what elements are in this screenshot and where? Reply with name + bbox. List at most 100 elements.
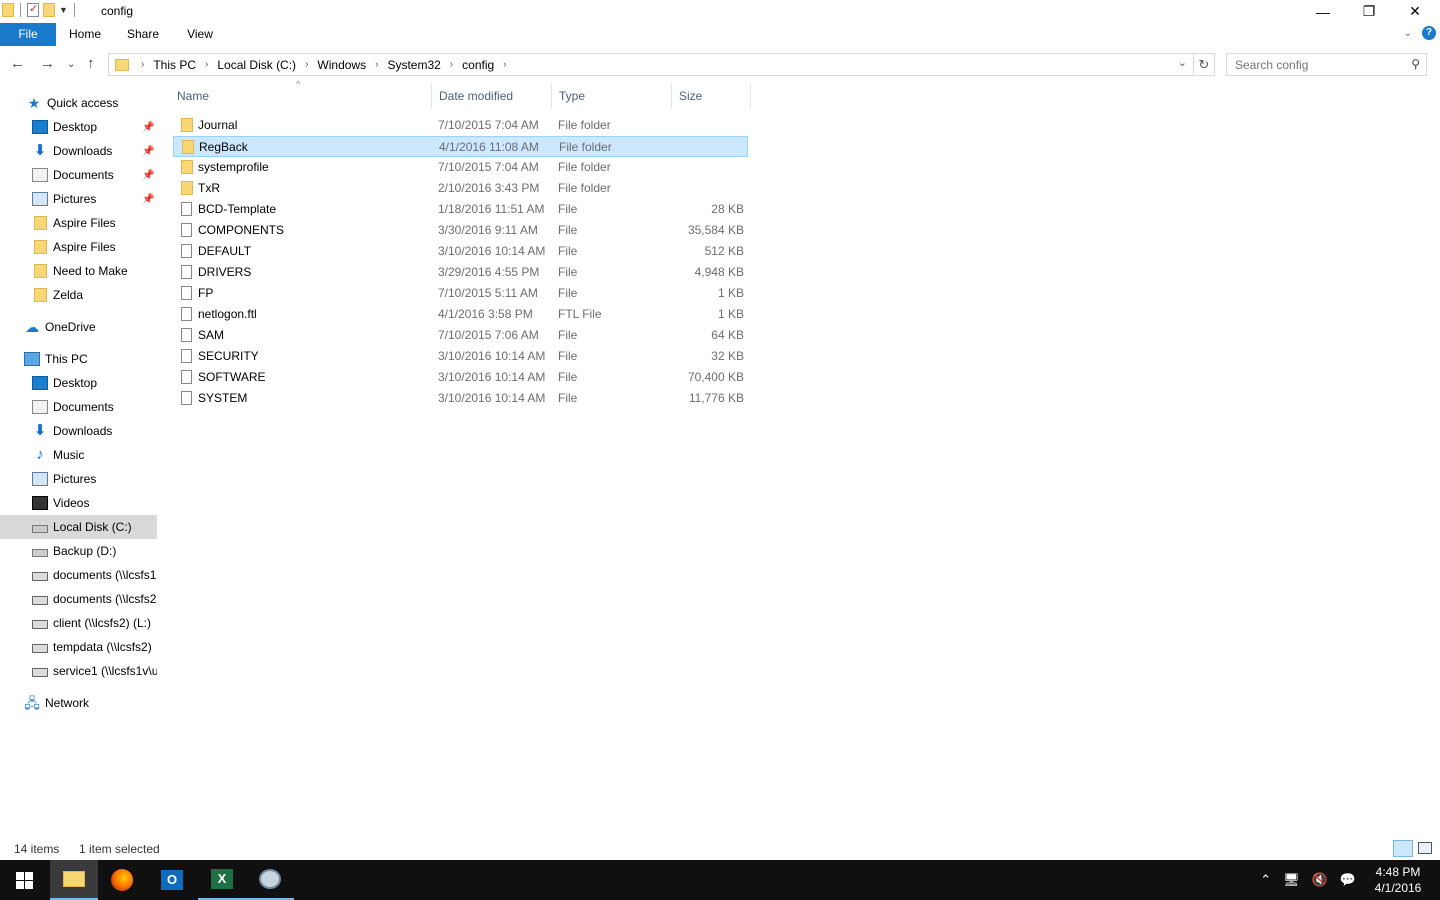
close-button[interactable]: ✕	[1392, 0, 1438, 23]
expand-ribbon-icon[interactable]: ⌄	[1404, 28, 1412, 39]
nav-pc-videos[interactable]: Videos	[0, 491, 157, 515]
file-row[interactable]: SOFTWARE 3/10/2016 10:14 AM File 70,400 KB	[173, 367, 748, 388]
file-row[interactable]: BCD-Template 1/18/2016 11:51 AM File 28 KB	[173, 199, 748, 220]
chevron-right-icon[interactable]: ›	[135, 59, 150, 70]
minimize-button[interactable]: —	[1300, 0, 1346, 23]
chevron-right-icon[interactable]: ›	[444, 59, 459, 70]
refresh-button[interactable]: ↻	[1194, 53, 1215, 76]
breadcrumb-system32[interactable]: System32	[384, 58, 443, 72]
nav-pc-documents[interactable]: Documents	[0, 395, 157, 419]
file-row[interactable]: FP 7/10/2015 5:11 AM File 1 KB	[173, 283, 748, 304]
address-bar[interactable]: › This PC › Local Disk (C:) › Windows › …	[108, 53, 1194, 76]
file-row[interactable]: netlogon.ftl 4/1/2016 3:58 PM FTL File 1 KB	[173, 304, 748, 325]
up-button[interactable]: ↑	[87, 55, 95, 72]
notifications-icon[interactable]: 💬	[1340, 872, 1356, 888]
nav-label: Downloads	[53, 424, 113, 438]
network-status-icon[interactable]: 🖥	[1283, 872, 1300, 888]
tab-view[interactable]: View	[178, 23, 222, 46]
file-row[interactable]: COMPONENTS 3/30/2016 9:11 AM File 35,584 KB	[173, 220, 748, 241]
nav-quick-access[interactable]: ★ Quick access	[0, 91, 157, 115]
file-explorer-icon[interactable]	[50, 860, 98, 900]
nav-quick-aspire-files-2[interactable]: Aspire Files	[0, 235, 157, 259]
nav-pc-desktop[interactable]: Desktop	[0, 371, 157, 395]
search-box[interactable]: ⚲	[1226, 53, 1427, 76]
tab-file[interactable]: File	[0, 23, 56, 46]
file-row[interactable]: SYSTEM 3/10/2016 10:14 AM File 11,776 KB	[173, 388, 748, 409]
recent-locations-icon[interactable]: ⌄	[67, 59, 75, 70]
nav-pc-network-drive[interactable]: documents (\\lcsfs2	[0, 587, 157, 611]
drive-icon	[32, 548, 48, 557]
breadcrumb-windows[interactable]: Windows	[314, 58, 369, 72]
selection-count: 1 item selected	[79, 842, 160, 856]
start-icon[interactable]	[0, 860, 48, 900]
nav-network[interactable]: 🖧 Network	[0, 691, 157, 715]
file-date-modified: 3/10/2016 10:14 AM	[438, 244, 546, 258]
outlook-icon[interactable]: O	[148, 860, 196, 900]
nav-pc-network-drive[interactable]: service1 (\\lcsfs1v\u	[0, 659, 157, 683]
new-folder-icon[interactable]	[43, 3, 55, 17]
file-row[interactable]: DRIVERS 3/29/2016 4:55 PM File 4,948 KB	[173, 262, 748, 283]
large-icons-view-icon[interactable]	[1418, 842, 1432, 854]
nav-quick-desktop[interactable]: Desktop 📌	[0, 115, 157, 139]
chevron-right-icon[interactable]: ›	[299, 59, 314, 70]
nav-onedrive[interactable]: ☁ OneDrive	[0, 315, 157, 339]
file-row[interactable]: SECURITY 3/10/2016 10:14 AM File 32 KB	[173, 346, 748, 367]
customize-toolbar-icon[interactable]: ▼	[59, 5, 68, 15]
firefox-icon[interactable]	[98, 860, 146, 900]
restore-button[interactable]: ❐	[1346, 0, 1392, 23]
volume-muted-icon[interactable]: 🔇	[1312, 872, 1328, 888]
breadcrumb-local-disk[interactable]: Local Disk (C:)	[214, 58, 299, 72]
nav-pc-pictures[interactable]: Pictures	[0, 467, 157, 491]
breadcrumb-this-pc[interactable]: This PC	[150, 58, 199, 72]
folder-row[interactable]: Journal 7/10/2015 7:04 AM File folder	[173, 115, 748, 136]
help-icon[interactable]: ?	[1422, 26, 1436, 40]
forward-button[interactable]: →	[40, 55, 55, 72]
nav-quick-pictures[interactable]: Pictures 📌	[0, 187, 157, 211]
search-input[interactable]	[1227, 54, 1397, 75]
file-row[interactable]: DEFAULT 3/10/2016 10:14 AM File 512 KB	[173, 241, 748, 262]
nav-pc-downloads[interactable]: ⬇ Downloads	[0, 419, 157, 443]
folder-row[interactable]: RegBack 4/1/2016 11:08 AM File folder	[173, 136, 748, 157]
column-date-modified[interactable]: Date modified	[432, 84, 552, 109]
tab-share[interactable]: Share	[120, 23, 166, 46]
nav-this-pc[interactable]: This PC	[0, 347, 157, 371]
nav-quick-aspire-files[interactable]: Aspire Files	[0, 211, 157, 235]
column-type[interactable]: Type	[552, 84, 672, 109]
folder-row[interactable]: systemprofile 7/10/2015 7:04 AM File folde…	[173, 157, 748, 178]
nav-pc-music[interactable]: ♪ Music	[0, 443, 157, 467]
file-name: SOFTWARE	[198, 370, 266, 384]
nav-pc-network-drive[interactable]: client (\\lcsfs2) (L:)	[0, 611, 157, 635]
chevron-right-icon[interactable]: ›	[369, 59, 384, 70]
column-size[interactable]: Size	[672, 84, 751, 109]
chevron-down-icon[interactable]: ⌄	[1178, 56, 1187, 69]
file-row[interactable]: SAM 7/10/2015 7:06 AM File 64 KB	[173, 325, 748, 346]
properties-icon[interactable]	[27, 2, 39, 17]
nav-pc-network-drive[interactable]: tempdata (\\lcsfs2)	[0, 635, 157, 659]
tab-home[interactable]: Home	[62, 23, 108, 46]
chevron-right-icon[interactable]: ›	[497, 59, 512, 70]
pin-icon[interactable]: 📌	[142, 170, 154, 181]
paint-icon[interactable]	[246, 860, 294, 900]
file-name: DEFAULT	[198, 244, 252, 258]
nav-pc-backup[interactable]: Backup (D:)	[0, 539, 157, 563]
nav-pc-local-disk[interactable]: Local Disk (C:)	[0, 515, 157, 539]
nav-quick-documents[interactable]: Documents 📌	[0, 163, 157, 187]
chevron-right-icon[interactable]: ›	[199, 59, 214, 70]
breadcrumb-config[interactable]: config	[459, 58, 497, 72]
pin-icon[interactable]: 📌	[142, 122, 154, 133]
search-icon[interactable]: ⚲	[1411, 57, 1420, 71]
folder-row[interactable]: TxR 2/10/2016 3:43 PM File folder	[173, 178, 748, 199]
excel-icon[interactable]: X	[198, 860, 246, 900]
chevron-up-icon[interactable]: ⌃	[1260, 872, 1271, 888]
nav-pc-network-drive[interactable]: documents (\\lcsfs1	[0, 563, 157, 587]
pin-icon[interactable]: 📌	[142, 146, 154, 157]
back-button[interactable]: ←	[10, 55, 25, 72]
column-name[interactable]: Name	[170, 84, 432, 109]
nav-quick-downloads[interactable]: ⬇ Downloads 📌	[0, 139, 157, 163]
pin-icon[interactable]: 📌	[142, 194, 154, 205]
clock[interactable]: 4:48 PM 4/1/2016	[1366, 864, 1430, 896]
nav-quick-zelda[interactable]: Zelda	[0, 283, 157, 307]
nav-quick-need-to-make[interactable]: Need to Make	[0, 259, 157, 283]
folder-icon	[34, 288, 47, 302]
details-view-icon[interactable]	[1393, 840, 1413, 857]
